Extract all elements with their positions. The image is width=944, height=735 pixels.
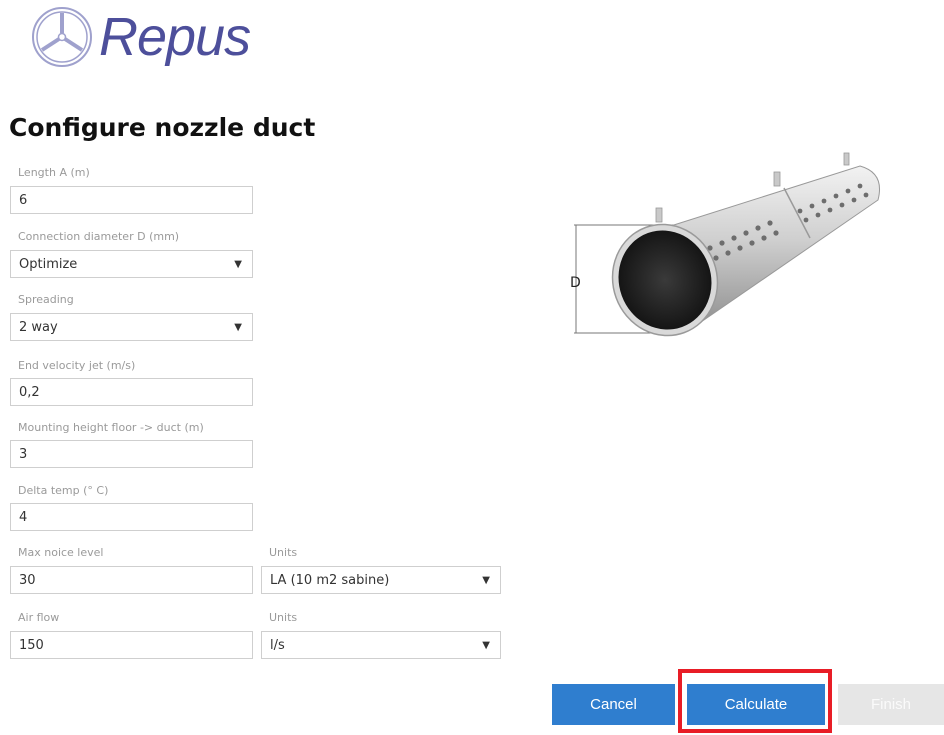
length-input[interactable]: [10, 186, 253, 214]
air-flow-label: Air flow: [18, 611, 60, 624]
logo: Repus: [31, 6, 251, 68]
max-noise-label: Max noice level: [18, 546, 104, 559]
flow-units-label: Units: [269, 611, 298, 624]
noise-units-select[interactable]: LA (10 m2 sabine) ▼: [261, 566, 501, 594]
delta-temp-input[interactable]: [10, 503, 253, 531]
dropdown-arrow-icon: ▼: [234, 258, 242, 270]
length-label: Length A (m): [18, 166, 90, 179]
spreading-value: 2 way: [19, 319, 58, 335]
mounting-height-label: Mounting height floor -> duct (m): [18, 421, 204, 434]
cancel-button[interactable]: Cancel: [552, 684, 675, 725]
logo-text: Repus: [99, 7, 251, 67]
noise-units-value: LA (10 m2 sabine): [270, 572, 390, 588]
max-noise-input[interactable]: [10, 566, 253, 594]
diameter-select[interactable]: Optimize ▼: [10, 250, 253, 278]
spreading-select[interactable]: 2 way ▼: [10, 313, 253, 341]
dropdown-arrow-icon: ▼: [482, 639, 490, 651]
flow-units-select[interactable]: l/s ▼: [261, 631, 501, 659]
flow-units-value: l/s: [270, 637, 285, 653]
end-velocity-label: End velocity jet (m/s): [18, 359, 136, 372]
dropdown-arrow-icon: ▼: [482, 574, 490, 586]
spreading-label: Spreading: [18, 293, 74, 306]
finish-button[interactable]: Finish: [838, 684, 944, 725]
diameter-label: Connection diameter D (mm): [18, 230, 180, 243]
end-velocity-input[interactable]: [10, 378, 253, 406]
dimension-label: D: [570, 275, 581, 291]
noise-units-label: Units: [269, 546, 298, 559]
dropdown-arrow-icon: ▼: [234, 321, 242, 333]
page-title: Configure nozzle duct: [9, 113, 316, 142]
delta-temp-label: Delta temp (° C): [18, 484, 109, 497]
calculate-highlight-box: [678, 669, 832, 733]
fan-logo-icon: [32, 7, 92, 67]
nozzle-duct-diagram: D: [560, 148, 890, 352]
air-flow-input[interactable]: [10, 631, 253, 659]
mounting-height-input[interactable]: [10, 440, 253, 468]
diameter-value: Optimize: [19, 256, 78, 272]
